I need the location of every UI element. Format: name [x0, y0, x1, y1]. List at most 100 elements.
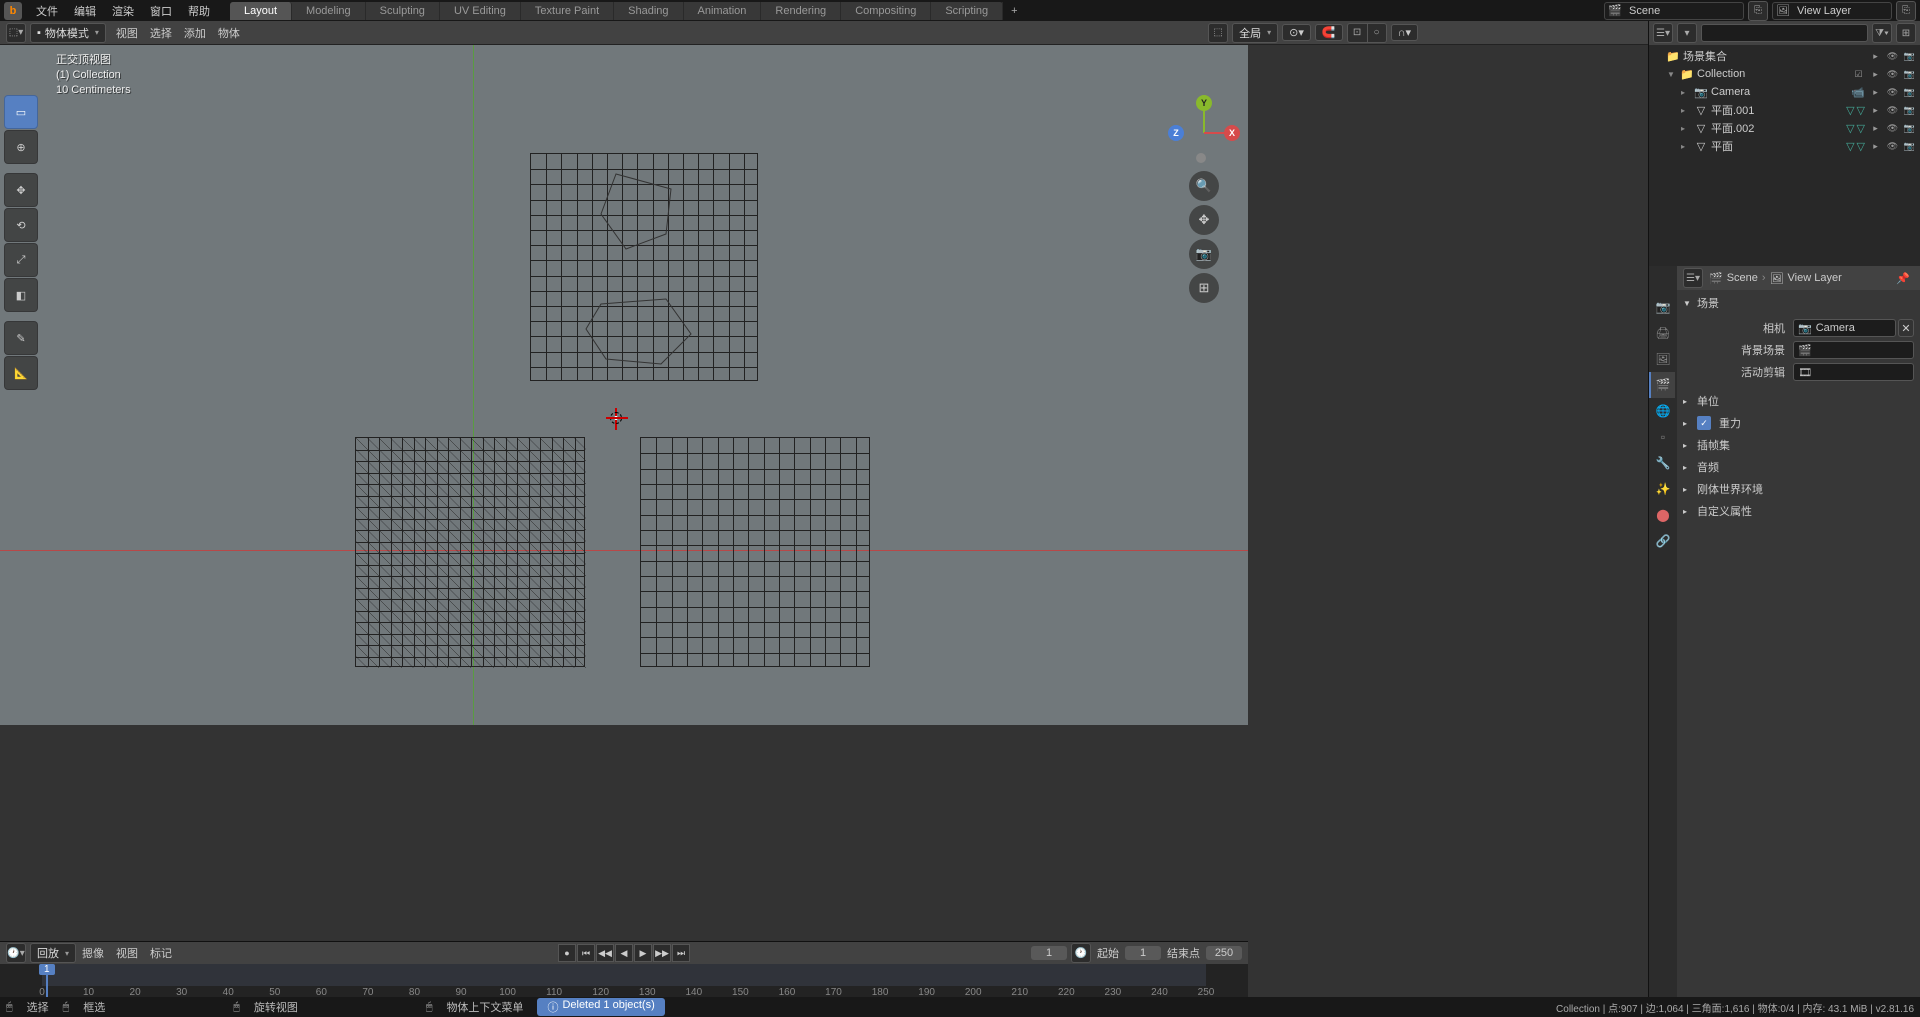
render-icon[interactable]: 📷 [1903, 87, 1916, 98]
workspace-tab-texture paint[interactable]: Texture Paint [521, 2, 614, 20]
panel-scene-header[interactable]: ▼场景 [1683, 292, 1914, 314]
render-icon[interactable]: 📷 [1903, 69, 1916, 80]
editor-type-button[interactable]: ⬚▾ [6, 23, 26, 43]
status-report[interactable]: ⓘDeleted 1 object(s) [537, 998, 664, 1016]
gravity-checkbox[interactable]: ✓ [1697, 416, 1711, 430]
timeline-menu-视图[interactable]: 视图 [110, 943, 144, 963]
panel-自定义属性[interactable]: ▸自定义属性 [1683, 500, 1914, 522]
perspective-toggle[interactable]: ⊞ [1189, 273, 1219, 303]
hide-icon[interactable]: 👁 [1886, 51, 1899, 62]
tool-transform[interactable]: ◧ [4, 278, 38, 312]
tab-constraints[interactable]: 🔗 [1649, 528, 1675, 554]
hide-icon[interactable]: 👁 [1886, 123, 1899, 134]
mesh-data-icon[interactable]: ▽ [1846, 104, 1854, 117]
new-scene-button[interactable]: ⎘ [1748, 1, 1768, 21]
add-workspace-button[interactable]: + [1003, 2, 1025, 20]
mesh-plane-top[interactable] [530, 153, 758, 381]
timeline-menu-摁像[interactable]: 摁像 [76, 943, 110, 963]
workspace-tab-modeling[interactable]: Modeling [292, 2, 366, 20]
render-icon[interactable]: 📷 [1903, 105, 1916, 116]
tree-item-平面.001[interactable]: ▸▽平面.001▽▽▸👁📷 [1649, 101, 1920, 119]
workspace-tab-layout[interactable]: Layout [230, 2, 292, 20]
workspace-tab-animation[interactable]: Animation [684, 2, 762, 20]
hide-icon[interactable]: 👁 [1886, 105, 1899, 116]
timeline-menu-回放[interactable]: 回放 [30, 943, 76, 963]
hide-icon[interactable]: 👁 [1886, 141, 1899, 152]
axis-z-icon[interactable]: Z [1168, 125, 1184, 141]
tool-scale[interactable]: ⤢ [4, 243, 38, 277]
panel-插帧集[interactable]: ▸插帧集 [1683, 434, 1914, 456]
mesh-plane-left[interactable] [355, 437, 585, 667]
prev-key-button[interactable]: ◀◀ [596, 944, 614, 962]
scene-selector[interactable]: 🎬 Scene [1604, 2, 1744, 20]
workspace-tab-uv editing[interactable]: UV Editing [440, 2, 521, 20]
view-menu-物体[interactable]: 物体 [212, 23, 246, 43]
proportional-edit[interactable]: ○ [1367, 23, 1387, 43]
zoom-button[interactable]: 🔍 [1189, 171, 1219, 201]
tool-cursor[interactable]: ⊕ [4, 130, 38, 164]
hide-icon[interactable]: 👁 [1886, 87, 1899, 98]
tab-world[interactable]: 🌐 [1649, 398, 1675, 424]
tab-render[interactable]: 📷 [1649, 294, 1675, 320]
disable-icon[interactable]: ▸ [1869, 51, 1882, 62]
pan-button[interactable]: ✥ [1189, 205, 1219, 235]
hide-icon[interactable]: 👁 [1886, 69, 1899, 80]
new-viewlayer-button[interactable]: ⎘ [1896, 1, 1916, 21]
blender-logo-icon[interactable]: b [4, 2, 22, 20]
preview-range-button[interactable]: 🕐 [1071, 943, 1091, 963]
disable-icon[interactable]: ▸ [1869, 69, 1882, 80]
outliner-search-input[interactable] [1701, 24, 1868, 42]
outliner-display-mode[interactable]: ▾ [1677, 23, 1697, 43]
axis-neg-icon[interactable] [1196, 153, 1206, 163]
workspace-tab-scripting[interactable]: Scripting [931, 2, 1003, 20]
camera-field[interactable]: 📷Camera [1793, 319, 1896, 337]
axis-x-icon[interactable]: X [1224, 125, 1240, 141]
orient-icon-button[interactable]: ⬚ [1208, 23, 1228, 43]
tree-item-Collection[interactable]: ▼📁Collection☑▸👁📷 [1649, 65, 1920, 83]
tree-item-场景集合[interactable]: 📁场景集合▸👁📷 [1649, 47, 1920, 65]
mesh-plane-right[interactable] [640, 437, 870, 667]
timeline-track[interactable]: 0102030405060708090100110120130140150160… [0, 964, 1248, 998]
next-key-button[interactable]: ▶▶ [653, 944, 671, 962]
end-frame-field[interactable]: 250 [1206, 946, 1242, 960]
outliner-editor-button[interactable]: ☰▾ [1653, 23, 1673, 43]
tab-particles[interactable]: ✨ [1649, 476, 1675, 502]
menu-文件[interactable]: 文件 [28, 0, 66, 22]
render-icon[interactable]: 📷 [1903, 141, 1916, 152]
tree-item-Camera[interactable]: ▸📷Camera📹▸👁📷 [1649, 83, 1920, 101]
clear-camera-button[interactable]: ✕ [1898, 319, 1914, 337]
timeline-menu-标记[interactable]: 标记 [144, 943, 178, 963]
camera-data-icon[interactable]: 📹 [1851, 86, 1865, 99]
mesh-data-icon[interactable]: ▽ [1846, 122, 1854, 135]
material-icon[interactable]: ▽ [1857, 140, 1865, 153]
orientation-dropdown[interactable]: 全局 [1232, 23, 1278, 43]
autokey-button[interactable]: ● [558, 944, 576, 962]
menu-帮助[interactable]: 帮助 [180, 0, 218, 22]
tab-output[interactable]: 🖨 [1649, 320, 1675, 346]
tree-item-平面[interactable]: ▸▽平面▽▽▸👁📷 [1649, 137, 1920, 155]
view-menu-添加[interactable]: 添加 [178, 23, 212, 43]
panel-单位[interactable]: ▸单位 [1683, 390, 1914, 412]
disable-icon[interactable]: ▸ [1869, 87, 1882, 98]
checkbox-icon[interactable]: ☑ [1852, 69, 1865, 80]
mesh-data-icon[interactable]: ▽ [1846, 140, 1854, 153]
disable-icon[interactable]: ▸ [1869, 123, 1882, 134]
pin-button[interactable]: 📌 [1892, 269, 1914, 287]
clip-field[interactable]: 🎞 [1793, 363, 1914, 381]
outliner-filter-button[interactable]: ⧩▾ [1872, 23, 1892, 43]
render-icon[interactable]: 📷 [1903, 51, 1916, 62]
workspace-tab-compositing[interactable]: Compositing [841, 2, 931, 20]
tool-measure[interactable]: 📐 [4, 356, 38, 390]
workspace-tab-sculpting[interactable]: Sculpting [366, 2, 440, 20]
timeline-playhead[interactable] [46, 964, 48, 998]
snap-toggle[interactable]: 🧲 [1315, 24, 1343, 41]
proportional-falloff[interactable]: ∩▾ [1391, 24, 1418, 41]
jump-start-button[interactable]: ⏮ [577, 944, 595, 962]
timeline-editor-button[interactable]: 🕐▾ [6, 943, 26, 963]
camera-view-button[interactable]: 📷 [1189, 239, 1219, 269]
jump-end-button[interactable]: ⏭ [672, 944, 690, 962]
disable-icon[interactable]: ▸ [1869, 105, 1882, 116]
outliner-new-collection[interactable]: ⊞ [1896, 23, 1916, 43]
play-button[interactable]: ▶ [634, 944, 652, 962]
bgscene-field[interactable]: 🎬 [1793, 341, 1914, 359]
